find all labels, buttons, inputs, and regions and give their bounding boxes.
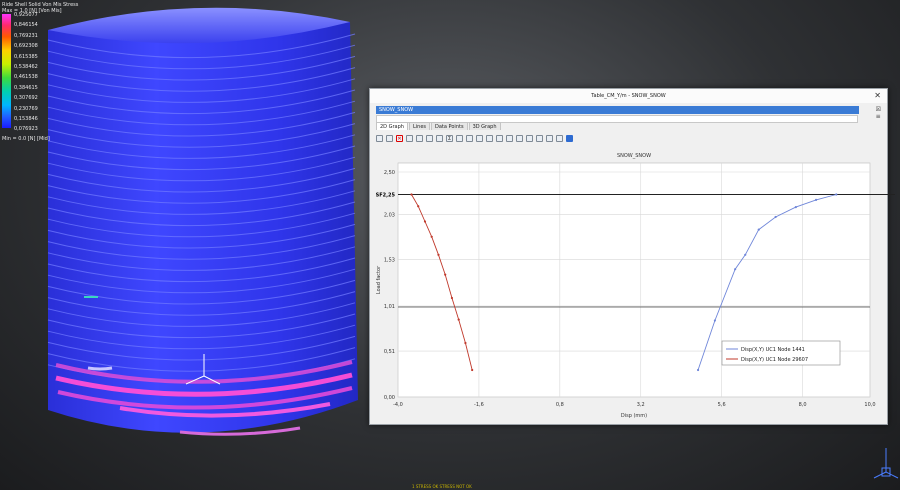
x-tick-label: 8,0 — [799, 402, 807, 408]
data-point — [444, 273, 447, 276]
y-tick-label: 0,51 — [384, 349, 395, 355]
tab-data-points[interactable]: Data Points — [431, 122, 468, 130]
y-tick-label: 2,50 — [384, 170, 395, 176]
y-tick-label: 2,03 — [384, 212, 395, 218]
graph-tabs: 2D Graph Lines Data Points 3D Graph — [376, 122, 502, 130]
data-point — [437, 253, 440, 256]
y-tick-label: 1,53 — [384, 257, 395, 263]
zoom-out-icon[interactable] — [526, 134, 533, 142]
data-point — [430, 235, 433, 238]
fit-icon[interactable] — [536, 134, 543, 142]
x-axis-icon[interactable] — [456, 134, 463, 142]
view-triad-icon[interactable] — [873, 448, 899, 479]
sum-icon[interactable]: Σ — [446, 134, 453, 142]
legend-tick-label: 0,769231 — [14, 32, 38, 39]
camera-icon[interactable] — [496, 134, 503, 142]
data-point — [417, 205, 420, 208]
legend-tick-label: 0,384615 — [14, 84, 38, 91]
close-icon[interactable]: ✕ — [874, 91, 881, 100]
paste-icon[interactable] — [416, 134, 423, 142]
tab-3d-graph[interactable]: 3D Graph — [468, 122, 501, 130]
open-icon[interactable] — [386, 134, 393, 142]
y-tick-label: 0,00 — [384, 395, 395, 401]
tab-lines[interactable]: Lines — [408, 122, 430, 130]
legend-tick-label: 0,153846 — [14, 115, 38, 122]
fft-icon[interactable] — [486, 134, 493, 142]
color-scale-bar — [2, 14, 11, 128]
reference-label: SF2,25 — [376, 193, 396, 199]
image-icon[interactable] — [506, 134, 513, 142]
legend-entry: Disp(X,Y) UC1 Node 1441 — [741, 347, 805, 353]
legend-tick-label: 0,615385 — [14, 53, 38, 60]
legend-tick-label: 0,846154 — [14, 22, 38, 29]
x-tick-label: -1,6 — [474, 402, 484, 408]
data-point — [696, 368, 700, 372]
grid-icon[interactable] — [426, 134, 433, 142]
bar-icon[interactable] — [436, 134, 443, 142]
line-chart[interactable]: -4,0 -1,6 0,8 3,2 5,6 8,0 10,0 2,50 2,03 1,53 1,01… — [370, 145, 900, 424]
copy-icon[interactable] — [406, 134, 413, 142]
tab-2d-graph[interactable]: 2D Graph — [376, 122, 408, 130]
x-tick-label: -4,0 — [393, 402, 403, 408]
y-axis-label: Load factor — [376, 265, 382, 294]
x-axis-label: Disp (mm) — [621, 413, 647, 419]
legend-tick-label: 0,692308 — [14, 43, 38, 50]
zoom-in-icon[interactable] — [516, 134, 523, 142]
data-point — [814, 198, 818, 201]
legend-tick-label: 0,538462 — [14, 63, 38, 70]
chart-title: SNOW_SNOW — [617, 153, 651, 159]
refresh-icon[interactable] — [556, 134, 563, 142]
legend-tick-label: 0,925077 — [14, 12, 38, 18]
y-axis-icon[interactable] — [466, 134, 473, 142]
legend-entry: Disp(X,Y) UC1 Node 29607 — [741, 357, 808, 363]
data-point — [734, 268, 737, 271]
data-point — [464, 341, 467, 345]
legend-tick-label: 0,230769 — [14, 105, 38, 112]
dialog-title: Table_CM_Y/m - SNOW_SNOW — [591, 93, 666, 99]
tank-model[interactable] — [47, 7, 358, 436]
graph-dialog[interactable]: Table_CM_Y/m - SNOW_SNOW ✕ SNOW_SNOW ☒ ≡… — [369, 88, 895, 425]
status-note: 1 STRESS OK STRESS NOT OK — [412, 484, 472, 489]
dialog-titlebar[interactable]: Table_CM_Y/m - SNOW_SNOW ✕ — [370, 89, 887, 103]
data-point — [423, 220, 427, 223]
data-point — [774, 215, 777, 219]
remove-icon[interactable]: ☒ — [876, 106, 881, 113]
x-tick-label: 0,8 — [556, 402, 564, 408]
data-point — [471, 368, 474, 372]
data-point — [757, 228, 760, 231]
y-tick-label: 1,01 — [384, 304, 395, 310]
data-point — [744, 253, 747, 256]
data-point — [713, 319, 717, 322]
settings-icon[interactable] — [566, 134, 573, 142]
table-icon[interactable] — [546, 134, 553, 142]
selector-side-buttons[interactable]: ☒ ≡ — [876, 106, 881, 120]
x-tick-label: 10,0 — [864, 402, 875, 408]
result-selector[interactable]: SNOW_SNOW — [376, 106, 859, 114]
x-tick-label: 3,2 — [637, 402, 645, 408]
line-icon[interactable] — [476, 134, 483, 142]
data-point — [410, 193, 413, 196]
new-icon[interactable] — [376, 134, 383, 142]
delete-icon[interactable]: ✕ — [396, 134, 403, 142]
menu-icon[interactable]: ≡ — [876, 113, 881, 120]
data-point — [457, 318, 460, 321]
legend-tick-label: 0,307692 — [14, 95, 38, 102]
data-point — [794, 206, 797, 209]
data-point — [835, 193, 838, 196]
graph-toolbar: ✕ Σ — [376, 133, 576, 143]
legend-min: Min = 0.0 [N] [Mid] — [2, 136, 50, 142]
legend-tick-label: 0,461538 — [14, 74, 38, 81]
legend-ticks: 0,925077 0,846154 0,769231 0,692308 0,615385… — [14, 12, 38, 137]
x-tick-label: 5,6 — [718, 402, 726, 408]
data-point — [450, 296, 454, 300]
